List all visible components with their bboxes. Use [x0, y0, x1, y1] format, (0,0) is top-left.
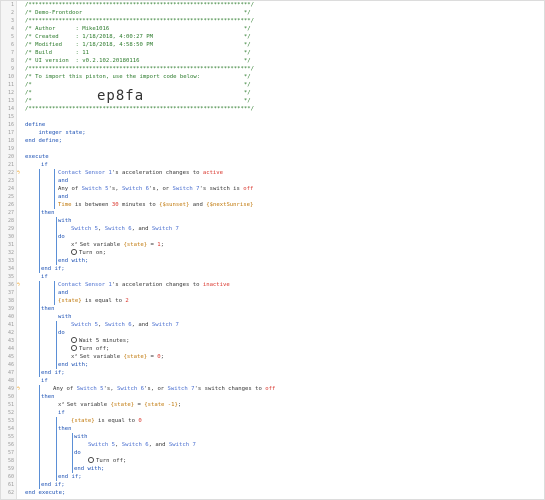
- code-line: /* UI version : v0.2.102.20180116 */: [25, 58, 251, 64]
- action-turn-on[interactable]: Turn on;: [71, 249, 106, 257]
- condition-acceleration-inactive[interactable]: Contact Sensor 1's acceleration changes …: [58, 281, 230, 289]
- with-devices[interactable]: Switch 5, Switch 6, and Switch 7: [71, 321, 179, 329]
- code-line: and: [58, 194, 69, 200]
- code-line: then: [41, 210, 55, 216]
- import-code[interactable]: ep8fa: [97, 88, 144, 104]
- code-line: and: [58, 178, 69, 184]
- code-line: if: [58, 410, 65, 416]
- lightning-icon: ϟ: [17, 170, 21, 176]
- code-line: end if;: [41, 266, 65, 272]
- condition-state-equals[interactable]: {state} is equal to 0: [71, 417, 142, 425]
- condition-time-between[interactable]: Time is between 30 minutes to {$sunset} …: [58, 201, 253, 209]
- code-line: end with;: [58, 258, 89, 264]
- condition-switch-off[interactable]: Any of Switch 5's, Switch 6's, or Switch…: [58, 185, 253, 193]
- action-wait[interactable]: Wait 5 minutes;: [71, 337, 130, 345]
- code-line: do: [74, 450, 81, 456]
- code-line: and: [58, 290, 69, 296]
- condition-group-bar: [54, 169, 55, 209]
- code-line: integer state;: [25, 130, 86, 136]
- circle-icon: [71, 337, 77, 343]
- code-line: end with;: [74, 466, 105, 472]
- variable-icon: x²: [58, 402, 65, 408]
- code-line: if: [41, 162, 48, 168]
- circle-icon: [88, 457, 94, 463]
- with-devices[interactable]: Switch 5, Switch 6, and Switch 7: [71, 225, 179, 233]
- code-line: end execute;: [25, 490, 66, 496]
- lightning-icon: ϟ: [17, 282, 21, 288]
- nested-if-bar: [56, 417, 57, 481]
- lightning-icon: ϟ: [17, 386, 21, 392]
- code-line: end define;: [25, 138, 63, 144]
- code-line: /* Build : 11 */: [25, 50, 251, 56]
- with-block-bar: [72, 433, 73, 473]
- if-block-bar: [39, 169, 40, 273]
- code-line: end if;: [58, 474, 82, 480]
- variable-icon: x²: [71, 354, 78, 360]
- code-line: /* Demo-Frontdoor */: [25, 10, 251, 16]
- variable-icon: x²: [71, 242, 78, 248]
- code-line: if: [41, 274, 48, 280]
- code-line: with: [58, 314, 72, 320]
- code-line: do: [58, 330, 65, 336]
- code-line: end if;: [41, 370, 65, 376]
- code-line: then: [41, 306, 55, 312]
- code-line: end if;: [41, 482, 65, 488]
- code-line: /* Author : Mike1016 */: [25, 26, 251, 32]
- condition-acceleration-active[interactable]: Contact Sensor 1's acceleration changes …: [58, 169, 223, 177]
- code-line: /***************************************…: [25, 106, 255, 112]
- piston-code-viewer: 1 2 3 4 5 6 7 8 9 10 11 12 13 14 15 16 17 18 19 20 21 22 23 24 2…: [0, 0, 545, 500]
- condition-state-equals[interactable]: {state} is equal to 2: [58, 297, 129, 305]
- code-line: do: [58, 234, 65, 240]
- action-turn-off[interactable]: Turn off;: [71, 345, 109, 353]
- code-line: /***************************************…: [25, 66, 255, 72]
- code-line: /* Modified : 1/18/2018, 4:58:50 PM */: [25, 42, 251, 48]
- code-line: define: [25, 122, 46, 128]
- code-line: end with;: [58, 362, 89, 368]
- if-block-bar: [39, 281, 40, 377]
- with-block-bar: [56, 217, 57, 265]
- code-line: /***************************************…: [25, 2, 255, 8]
- condition-switch-changes-off[interactable]: Any of Switch 5's, Switch 6's, or Switch…: [53, 385, 275, 393]
- code-line: /***************************************…: [25, 18, 255, 24]
- action-set-variable[interactable]: x² Set variable {state} = 0;: [71, 353, 164, 361]
- condition-group-bar: [54, 281, 55, 305]
- action-set-variable[interactable]: x² Set variable {state} = 1;: [71, 241, 164, 249]
- code-line: then: [58, 426, 72, 432]
- action-turn-off[interactable]: Turn off;: [88, 457, 126, 465]
- circle-icon: [71, 249, 77, 255]
- code-line: with: [58, 218, 72, 224]
- with-block-bar: [56, 321, 57, 369]
- code-line: execute: [25, 154, 49, 160]
- code-line: if: [41, 378, 48, 384]
- code-line: /* Created : 1/18/2018, 4:00:27 PM */: [25, 34, 251, 40]
- code-line: then: [41, 394, 55, 400]
- device-name: Contact Sensor 1: [58, 170, 112, 176]
- code-line: with: [74, 434, 88, 440]
- if-block-bar: [39, 385, 40, 489]
- code-line: /* To import this piston, use the import…: [25, 74, 251, 80]
- action-set-variable[interactable]: x² Set variable {state} = {state -1};: [58, 401, 181, 409]
- with-devices[interactable]: Switch 5, Switch 6, and Switch 7: [88, 441, 196, 449]
- circle-icon: [71, 345, 77, 351]
